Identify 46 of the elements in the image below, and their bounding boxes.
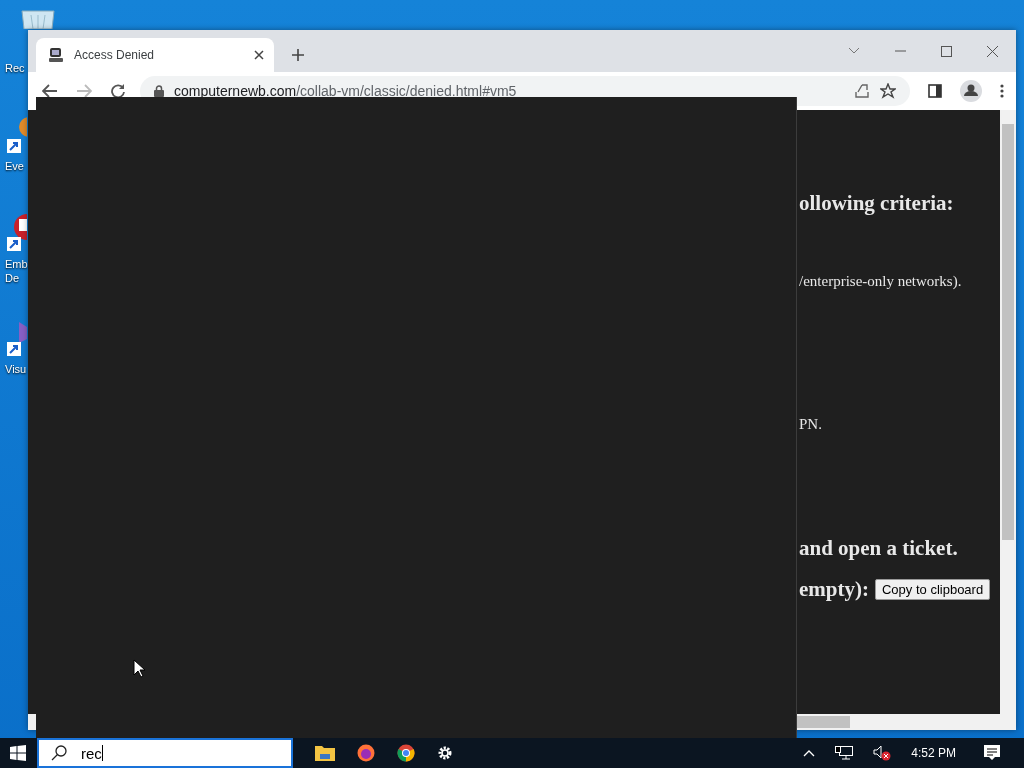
scroll-thumb[interactable] bbox=[1002, 124, 1014, 540]
close-icon[interactable] bbox=[987, 45, 998, 57]
desktop-icon-label[interactable]: Rec bbox=[5, 61, 25, 75]
url-text: computernewb.com/collab-vm/classic/denied.html#vm5 bbox=[174, 83, 517, 99]
chevron-down-icon[interactable] bbox=[848, 47, 860, 55]
page-text: empty): bbox=[799, 576, 869, 602]
copy-button[interactable]: Copy to clipboard bbox=[875, 578, 991, 600]
page-text: PN. bbox=[799, 415, 822, 433]
chrome-icon[interactable] bbox=[397, 744, 415, 762]
new-tab-icon[interactable] bbox=[292, 49, 304, 61]
scroll-thumb[interactable] bbox=[797, 716, 850, 728]
back-icon[interactable] bbox=[42, 84, 58, 98]
menu-icon[interactable] bbox=[1000, 84, 1004, 98]
reload-icon[interactable] bbox=[110, 83, 126, 99]
folder-icon[interactable] bbox=[315, 745, 335, 761]
share-icon[interactable] bbox=[854, 83, 870, 99]
profile-icon[interactable] bbox=[960, 80, 982, 102]
recycle-bin-icon[interactable] bbox=[20, 10, 56, 29]
chevron-up-icon[interactable] bbox=[803, 749, 816, 757]
browser-tab[interactable]: Access Denied bbox=[36, 38, 274, 72]
page-text: and open a ticket. bbox=[799, 535, 958, 561]
settings-icon[interactable] bbox=[437, 745, 453, 761]
firefox-icon[interactable] bbox=[357, 744, 375, 762]
search-icon bbox=[51, 745, 67, 761]
notification-icon[interactable] bbox=[984, 745, 1000, 761]
clock[interactable]: 4:52 PM bbox=[911, 746, 956, 760]
network-icon[interactable] bbox=[835, 746, 854, 760]
close-icon[interactable] bbox=[254, 50, 264, 60]
computer-icon bbox=[48, 47, 64, 63]
star-icon[interactable] bbox=[880, 83, 896, 99]
speaker-muted-icon[interactable] bbox=[873, 745, 892, 761]
desktop-icon-label[interactable]: Eve bbox=[5, 159, 24, 173]
desktop-icon-label[interactable]: Emb bbox=[5, 257, 28, 271]
search-field[interactable]: rec bbox=[37, 738, 293, 768]
page-text: /enterprise-only networks). bbox=[799, 272, 962, 290]
side-panel-icon[interactable] bbox=[928, 84, 942, 98]
tab-title: Access Denied bbox=[74, 48, 156, 62]
desktop-icon-label[interactable]: De bbox=[5, 271, 20, 285]
maximize-icon[interactable] bbox=[941, 45, 952, 57]
mouse-cursor-icon bbox=[133, 659, 145, 678]
vertical-scrollbar[interactable] bbox=[1000, 110, 1016, 714]
desktop-icon-label[interactable]: Visu bbox=[5, 362, 27, 376]
windows-logo-icon[interactable] bbox=[10, 745, 26, 761]
lock-icon bbox=[154, 85, 164, 97]
forward-icon[interactable] bbox=[76, 84, 92, 98]
page-text: ollowing criteria: bbox=[799, 190, 954, 216]
